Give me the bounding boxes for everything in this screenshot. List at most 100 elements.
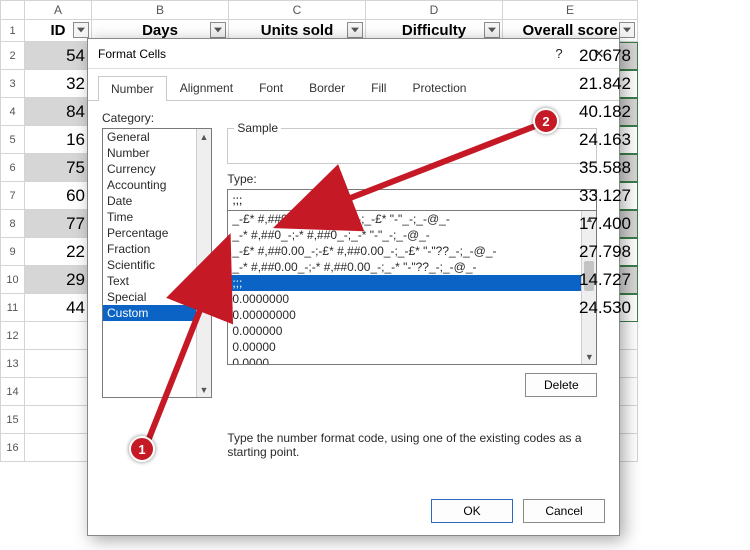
col-header-D[interactable]: D (366, 0, 503, 20)
row-number[interactable]: 11 (0, 294, 25, 322)
hint-text: Type the number format code, using one o… (227, 397, 597, 459)
cell[interactable]: 16 (25, 126, 92, 154)
dialog-titlebar[interactable]: Format Cells ? ✕ (88, 39, 619, 69)
category-item[interactable]: Time (103, 209, 211, 225)
category-label: Category: (102, 111, 605, 125)
type-item[interactable]: 0.00000 (228, 339, 596, 355)
dialog-title: Format Cells (98, 47, 166, 61)
scroll-up-icon[interactable]: ▲ (197, 129, 211, 144)
category-item[interactable]: Date (103, 193, 211, 209)
category-item[interactable]: Percentage (103, 225, 211, 241)
tab-alignment[interactable]: Alignment (167, 75, 246, 100)
col-header-C[interactable]: C (229, 0, 366, 20)
row-number[interactable]: 12 (0, 322, 25, 350)
row-number[interactable]: 10 (0, 266, 25, 294)
col-header-A[interactable]: A (25, 0, 92, 20)
tab-font[interactable]: Font (246, 75, 296, 100)
column-headers: A B C D E (0, 0, 750, 20)
category-item[interactable]: Accounting (103, 177, 211, 193)
header-label: Days (142, 22, 178, 39)
cell[interactable] (25, 406, 92, 434)
cell[interactable]: 60 (25, 182, 92, 210)
row-number[interactable]: 9 (0, 238, 25, 266)
type-item[interactable]: _-£* #,##0_-;-£* #,##0_-;_-£* "-"_-;_-@_… (228, 211, 596, 227)
filter-button[interactable] (210, 22, 226, 38)
type-item[interactable]: 0.000000 (228, 323, 596, 339)
help-button[interactable]: ? (539, 39, 579, 69)
tab-fill[interactable]: Fill (358, 75, 399, 100)
row-number[interactable]: 14 (0, 378, 25, 406)
cell-value: 20.678 (579, 46, 631, 66)
col-header-E[interactable]: E (503, 0, 638, 20)
row-number[interactable]: 1 (0, 20, 25, 42)
type-label: Type: (227, 172, 597, 186)
sample-label: Sample (234, 121, 281, 135)
filter-button[interactable] (484, 22, 500, 38)
type-item[interactable]: _-* #,##0.00_-;-* #,##0.00_-;_-* "-"??_-… (228, 259, 596, 275)
col-header-B[interactable]: B (92, 0, 229, 20)
category-item[interactable]: Currency (103, 161, 211, 177)
cell[interactable]: 54 (25, 42, 92, 70)
category-item[interactable]: Special (103, 289, 211, 305)
row-number[interactable]: 2 (0, 42, 25, 70)
type-input[interactable] (227, 189, 597, 211)
cell-value: 27.798 (579, 242, 631, 262)
category-item[interactable]: Custom (103, 305, 211, 321)
type-item[interactable]: ;;; (228, 275, 596, 291)
type-item[interactable]: 0.0000 (228, 355, 596, 365)
type-item[interactable]: 0.0000000 (228, 291, 596, 307)
cell[interactable] (25, 378, 92, 406)
cell[interactable]: 32 (25, 70, 92, 98)
row-number[interactable]: 3 (0, 70, 25, 98)
row-number[interactable]: 6 (0, 154, 25, 182)
type-item[interactable]: _-£* #,##0.00_-;-£* #,##0.00_-;_-£* "-"?… (228, 243, 596, 259)
row-number[interactable]: 4 (0, 98, 25, 126)
filter-button[interactable] (73, 22, 89, 38)
dialog-buttons: OK Cancel (431, 499, 605, 523)
cell[interactable]: 22 (25, 238, 92, 266)
row-number[interactable]: 5 (0, 126, 25, 154)
cell[interactable]: 44 (25, 294, 92, 322)
header-cell-id[interactable]: ID (25, 20, 92, 42)
cancel-button[interactable]: Cancel (523, 499, 605, 523)
row-number[interactable]: 15 (0, 406, 25, 434)
category-item[interactable]: Number (103, 145, 211, 161)
header-label: Difficulty (402, 22, 466, 39)
header-label: Overall score (522, 22, 617, 39)
cell-value: 21.842 (579, 74, 631, 94)
row-number[interactable]: 8 (0, 210, 25, 238)
sample-group: Sample (227, 128, 597, 164)
cell[interactable]: 75 (25, 154, 92, 182)
category-listbox[interactable]: GeneralNumberCurrencyAccountingDateTimeP… (102, 128, 212, 398)
scroll-down-icon[interactable]: ▼ (582, 349, 596, 364)
tab-border[interactable]: Border (296, 75, 358, 100)
cell-value: 24.530 (579, 298, 631, 318)
cell[interactable]: 84 (25, 98, 92, 126)
cell-value: 14.727 (579, 270, 631, 290)
cell[interactable]: 29 (25, 266, 92, 294)
cell[interactable] (25, 350, 92, 378)
ok-button[interactable]: OK (431, 499, 513, 523)
category-item[interactable]: Scientific (103, 257, 211, 273)
tab-protection[interactable]: Protection (399, 75, 479, 100)
tab-number[interactable]: Number (98, 76, 167, 101)
type-item[interactable]: 0.00000000 (228, 307, 596, 323)
row-number[interactable]: 7 (0, 182, 25, 210)
filter-button[interactable] (347, 22, 363, 38)
category-item[interactable]: Text (103, 273, 211, 289)
type-item[interactable]: _-* #,##0_-;-* #,##0_-;_-* "-"_-;_-@_- (228, 227, 596, 243)
filter-button[interactable] (619, 22, 635, 38)
delete-button[interactable]: Delete (525, 373, 597, 397)
cell[interactable]: 77 (25, 210, 92, 238)
dialog-tabs: Number Alignment Font Border Fill Protec… (88, 69, 619, 101)
type-listbox[interactable]: _-£* #,##0_-;-£* #,##0_-;_-£* "-"_-;_-@_… (227, 211, 597, 365)
cell[interactable] (25, 322, 92, 350)
cell[interactable] (25, 434, 92, 462)
row-number[interactable]: 16 (0, 434, 25, 462)
row-number[interactable]: 13 (0, 350, 25, 378)
select-all-corner[interactable] (0, 0, 25, 20)
scrollbar[interactable]: ▲▼ (196, 129, 211, 397)
scroll-down-icon[interactable]: ▼ (197, 382, 211, 397)
category-item[interactable]: General (103, 129, 211, 145)
category-item[interactable]: Fraction (103, 241, 211, 257)
